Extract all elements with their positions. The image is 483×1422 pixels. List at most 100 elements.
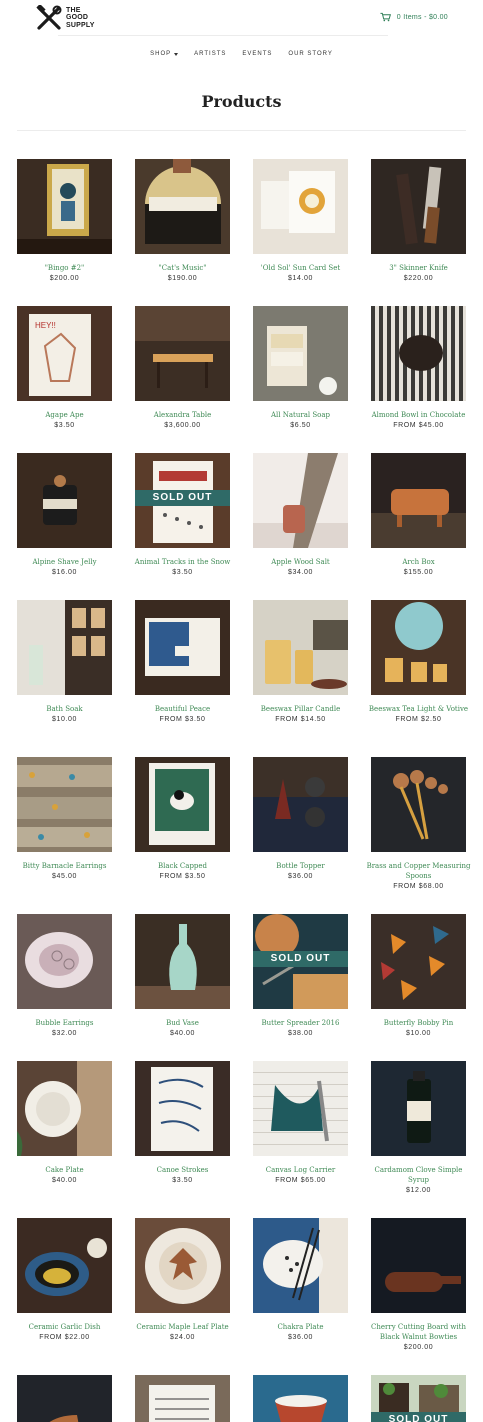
- product-name[interactable]: Alexandra Table: [131, 410, 235, 420]
- product-name[interactable]: 'Old Sol' Sun Card Set: [249, 263, 353, 273]
- product-name[interactable]: Beautiful Peace: [131, 704, 235, 714]
- product-name[interactable]: Bitty Barnacle Earrings: [13, 861, 117, 871]
- product-name[interactable]: Arch Box: [367, 557, 471, 567]
- product-image[interactable]: [253, 757, 348, 852]
- product-name[interactable]: Alpine Shave Jelly: [13, 557, 117, 567]
- product-name[interactable]: Bubble Earrings: [13, 1018, 117, 1028]
- product-name[interactable]: Ceramic Maple Leaf Plate: [131, 1322, 235, 1332]
- product-image[interactable]: [371, 159, 466, 254]
- product-name[interactable]: 3" Skinner Knife: [367, 263, 471, 273]
- product-card[interactable]: Cardamom Clove Simple Syrup $12.00: [371, 1061, 466, 1218]
- product-image[interactable]: [17, 600, 112, 695]
- product-name[interactable]: Cherry Cutting Board with Black Walnut B…: [367, 1322, 471, 1342]
- product-image[interactable]: [17, 914, 112, 1009]
- product-card[interactable]: Canoe Strokes $3.50: [135, 1061, 230, 1218]
- product-card[interactable]: Alexandra Table $3,600.00: [135, 306, 230, 453]
- product-image[interactable]: SOLD OUT: [371, 1375, 466, 1422]
- product-card[interactable]: Apple Wood Salt $34.00: [253, 453, 348, 600]
- product-name[interactable]: Bud Vase: [131, 1018, 235, 1028]
- product-name[interactable]: Almond Bowl in Chocolate: [367, 410, 471, 420]
- product-image[interactable]: SOLD OUT: [253, 914, 348, 1009]
- product-image[interactable]: SOLD OUT: [135, 453, 230, 548]
- product-card[interactable]: Beautiful Peace FROM $3.50: [135, 600, 230, 757]
- product-image[interactable]: HEY!!: [17, 306, 112, 401]
- product-name[interactable]: Cake Plate: [13, 1165, 117, 1175]
- product-card[interactable]: All Natural Soap $6.50: [253, 306, 348, 453]
- nav-artists[interactable]: ARTISTS: [194, 51, 226, 57]
- product-card[interactable]: "Cat's Music" $190.00: [135, 159, 230, 306]
- product-card[interactable]: Bud Vase $40.00: [135, 914, 230, 1061]
- product-name[interactable]: Brass and Copper Measuring Spoons: [367, 861, 471, 881]
- product-card[interactable]: 3" Skinner Knife $220.00: [371, 159, 466, 306]
- product-name[interactable]: Butterfly Bobby Pin: [367, 1018, 471, 1028]
- product-image[interactable]: [371, 1061, 466, 1156]
- product-card[interactable]: Cherry Cutting Board with Black Walnut B…: [371, 1218, 466, 1375]
- product-image[interactable]: [135, 757, 230, 852]
- product-image[interactable]: [17, 159, 112, 254]
- product-image[interactable]: [253, 600, 348, 695]
- product-card[interactable]: Black Capped FROM $3.50: [135, 757, 230, 914]
- product-card[interactable]: SOLD OUT Butter Spreader 2016 $38.00: [253, 914, 348, 1061]
- site-logo[interactable]: THE GOOD SUPPLY: [36, 5, 96, 31]
- product-image[interactable]: [253, 1218, 348, 1313]
- product-image[interactable]: [135, 914, 230, 1009]
- product-name[interactable]: Butter Spreader 2016: [249, 1018, 353, 1028]
- product-image[interactable]: [371, 306, 466, 401]
- product-card[interactable]: Beeswax Pillar Candle FROM $14.50: [253, 600, 348, 757]
- product-card[interactable]: Chakra Plate $36.00: [253, 1218, 348, 1375]
- product-card[interactable]: Alpine Shave Jelly $16.00: [17, 453, 112, 600]
- nav-events[interactable]: EVENTS: [242, 51, 272, 57]
- product-name[interactable]: "Cat's Music": [131, 263, 235, 273]
- product-card[interactable]: SOLD OUT Animal Tracks in the Snow $3.50: [135, 453, 230, 600]
- product-card[interactable]: Bottle Topper $36.00: [253, 757, 348, 914]
- product-image[interactable]: [135, 600, 230, 695]
- product-card[interactable]: [17, 1375, 112, 1422]
- product-image[interactable]: [371, 1218, 466, 1313]
- product-name[interactable]: "Bingo #2": [13, 263, 117, 273]
- product-image[interactable]: [371, 453, 466, 548]
- product-card[interactable]: Canvas Log Carrier FROM $65.00: [253, 1061, 348, 1218]
- product-name[interactable]: Beeswax Tea Light & Votive: [367, 704, 471, 714]
- product-image[interactable]: [253, 1061, 348, 1156]
- product-name[interactable]: Black Capped: [131, 861, 235, 871]
- product-name[interactable]: Cardamom Clove Simple Syrup: [367, 1165, 471, 1185]
- product-image[interactable]: [253, 159, 348, 254]
- product-image[interactable]: [17, 1375, 112, 1422]
- product-name[interactable]: All Natural Soap: [249, 410, 353, 420]
- product-image[interactable]: [17, 757, 112, 852]
- product-card[interactable]: SOLD OUT: [371, 1375, 466, 1422]
- product-name[interactable]: Canoe Strokes: [131, 1165, 235, 1175]
- product-name[interactable]: Animal Tracks in the Snow: [131, 557, 235, 567]
- product-image[interactable]: [17, 453, 112, 548]
- product-card[interactable]: Brass and Copper Measuring Spoons FROM $6…: [367, 757, 470, 914]
- product-card[interactable]: 'Old Sol' Sun Card Set $14.00: [253, 159, 348, 306]
- product-card[interactable]: Butterfly Bobby Pin $10.00: [371, 914, 466, 1061]
- product-name[interactable]: Bath Soak: [13, 704, 117, 714]
- product-name[interactable]: Agape Ape: [13, 410, 117, 420]
- product-image[interactable]: [253, 1375, 348, 1422]
- product-name[interactable]: Bottle Topper: [249, 861, 353, 871]
- product-image[interactable]: [135, 1375, 230, 1422]
- product-card[interactable]: HEY!! Agape Ape $3.50: [17, 306, 112, 453]
- product-card[interactable]: Beeswax Tea Light & Votive FROM $2.50: [369, 600, 468, 757]
- product-name[interactable]: Ceramic Garlic Dish: [13, 1322, 117, 1332]
- product-card[interactable]: Bitty Barnacle Earrings $45.00: [17, 757, 112, 914]
- product-image[interactable]: [135, 306, 230, 401]
- product-image[interactable]: [371, 914, 466, 1009]
- product-card[interactable]: Bath Soak $10.00: [17, 600, 112, 757]
- cart-link[interactable]: 0 Items - $0.00: [380, 12, 448, 22]
- product-name[interactable]: Canvas Log Carrier: [249, 1165, 353, 1175]
- product-card[interactable]: [253, 1375, 348, 1422]
- product-card[interactable]: Ceramic Garlic Dish FROM $22.00: [17, 1218, 112, 1375]
- product-image[interactable]: [135, 1218, 230, 1313]
- nav-our-story[interactable]: OUR STORY: [288, 51, 332, 57]
- product-image[interactable]: [17, 1218, 112, 1313]
- product-name[interactable]: Beeswax Pillar Candle: [249, 704, 353, 714]
- product-card[interactable]: Cake Plate $40.00: [17, 1061, 112, 1218]
- product-card[interactable]: Arch Box $155.00: [371, 453, 466, 600]
- product-card[interactable]: Almond Bowl in Chocolate FROM $45.00: [371, 306, 466, 453]
- product-image[interactable]: [253, 453, 348, 548]
- product-image[interactable]: [135, 1061, 230, 1156]
- product-image[interactable]: [371, 600, 466, 695]
- product-image[interactable]: [371, 757, 466, 852]
